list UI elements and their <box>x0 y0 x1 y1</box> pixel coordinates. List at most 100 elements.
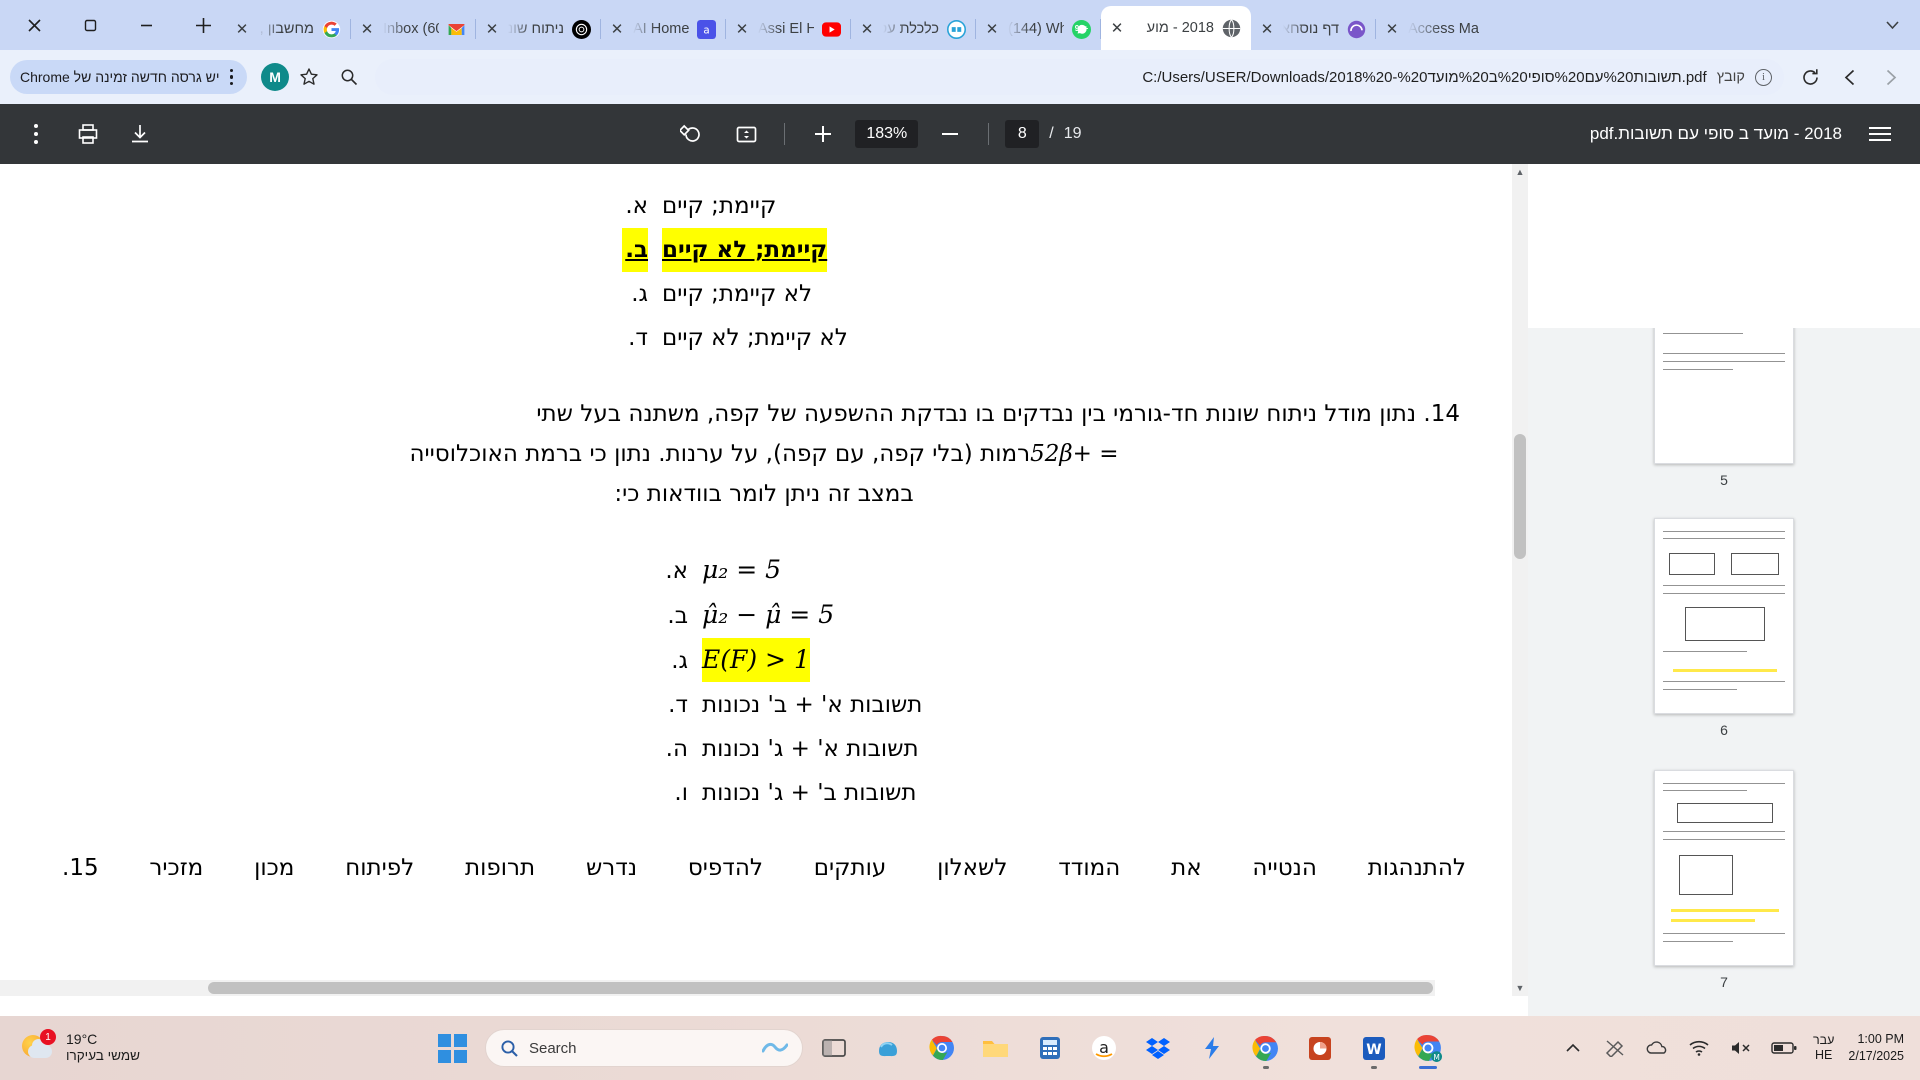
taskbar-app-calculator[interactable] <box>1027 1025 1073 1071</box>
taskbar-app-amazon[interactable]: a <box>1081 1025 1127 1071</box>
q15-word: מכון <box>254 855 295 881</box>
chevron-down-icon[interactable] <box>1872 5 1912 45</box>
chrome-update-chip[interactable]: יש גרסה חדשה זמינה של Chrome <box>10 60 248 94</box>
close-icon[interactable]: ✕ <box>359 20 375 38</box>
copilot-swirl-icon <box>761 1042 788 1053</box>
close-icon[interactable]: ✕ <box>1384 20 1400 38</box>
tab-strip-end <box>1872 0 1920 50</box>
browser-tab[interactable]: ✕ דף נוסחאות <box>1251 8 1376 50</box>
close-icon[interactable]: ✕ <box>734 20 750 38</box>
restore-window-button[interactable] <box>62 0 118 50</box>
browser-tab[interactable]: ✕ Inbox (600 <box>351 8 476 50</box>
wifi-icon[interactable] <box>1685 1034 1713 1062</box>
language-indicator[interactable]: עבר HE <box>1813 1033 1834 1063</box>
extensions-magnifier-icon[interactable] <box>329 57 369 97</box>
browser-tab-active[interactable]: ✕ 2018 - מוע <box>1101 6 1251 50</box>
download-icon[interactable] <box>118 112 162 156</box>
scroll-up-arrow[interactable]: ▲ <box>1512 164 1528 180</box>
show-hidden-icons-chevron[interactable] <box>1559 1034 1587 1062</box>
tab-list: ✕ מחשבון , - ✕ Inbox (600 ✕ ניתוח שונו <box>226 0 1872 50</box>
volume-muted-icon[interactable] <box>1727 1034 1755 1062</box>
info-icon[interactable]: i <box>1755 68 1772 86</box>
fit-page-icon[interactable] <box>724 112 768 156</box>
pdf-toolbar-right: 2018 - מועד ב סופי עם תשובות.pdf <box>1590 112 1920 156</box>
back-button[interactable] <box>1830 57 1870 97</box>
browser-tab[interactable]: ✕ מחשבון , - <box>226 8 351 50</box>
search-input[interactable]: Search <box>484 1029 803 1067</box>
page-number-input[interactable]: 8 <box>1005 120 1040 148</box>
hamburger-icon[interactable] <box>1858 112 1902 156</box>
close-window-button[interactable] <box>6 0 62 50</box>
browser-tab[interactable]: ✕ כלכלת עס <box>851 8 976 50</box>
svg-text:a: a <box>703 24 709 36</box>
horizontal-scrollbar[interactable] <box>0 980 1435 996</box>
close-icon[interactable]: ✕ <box>609 20 625 38</box>
scroll-down-arrow[interactable]: ▼ <box>1512 980 1528 996</box>
taskbar-app-chrome-active[interactable]: M <box>1405 1025 1451 1071</box>
rotate-icon[interactable] <box>670 112 714 156</box>
minimize-window-button[interactable] <box>118 0 174 50</box>
browser-tab[interactable]: ✕ AI Homewo a <box>601 8 726 50</box>
forward-button[interactable] <box>1870 57 1910 97</box>
taskbar-app-word[interactable]: W <box>1351 1025 1397 1071</box>
tab-title: מחשבון , - <box>258 21 314 37</box>
close-icon[interactable]: ✕ <box>984 20 1000 38</box>
pen-icon[interactable] <box>1601 1034 1629 1062</box>
onedrive-icon[interactable] <box>1643 1034 1671 1062</box>
kebab-menu-icon[interactable] <box>229 68 234 86</box>
taskbar-app-copilot[interactable] <box>865 1025 911 1071</box>
browser-tab[interactable]: ✕ Assi El Hall <box>726 8 851 50</box>
vertical-scrollbar[interactable]: ▲ ▼ <box>1512 164 1528 996</box>
close-icon[interactable]: ✕ <box>484 20 500 38</box>
option-text: קיימת; לא קיים <box>662 228 828 272</box>
q14-line2: = +52β רמות (בלי קפה, עם קפה), על ערנות. … <box>68 434 1460 474</box>
reload-button[interactable] <box>1790 57 1830 97</box>
scrollbar-thumb[interactable] <box>1514 434 1526 559</box>
thumbnail-item[interactable]: 7 <box>1654 770 1794 990</box>
taskbar-app-file-explorer[interactable] <box>973 1025 1019 1071</box>
close-icon[interactable]: ✕ <box>859 20 875 38</box>
option-text: תשובות א' + ב' נכונות <box>702 692 923 718</box>
avatar[interactable]: M <box>261 63 290 91</box>
close-icon[interactable]: ✕ <box>1259 20 1275 38</box>
thumbnail-item[interactable]: 5 <box>1654 328 1794 488</box>
q15-word: להדפיס <box>687 855 763 881</box>
browser-tab[interactable]: ✕ Access Ma <box>1376 8 1501 50</box>
language-line2: HE <box>1814 1048 1833 1062</box>
taskbar-app-chrome-alt[interactable] <box>919 1025 965 1071</box>
scrollbar-thumb[interactable] <box>208 982 1433 994</box>
browser-tab[interactable]: ✕ (144) What 99+ <box>976 8 1101 50</box>
google-icon <box>322 20 341 38</box>
clock[interactable]: 1:00 PM 2/17/2025 <box>1848 1031 1906 1065</box>
windows-start-icon[interactable] <box>437 1033 467 1063</box>
divider <box>784 123 786 145</box>
browser-tab[interactable]: ✕ ניתוח שונו <box>476 8 601 50</box>
battery-icon[interactable] <box>1769 1034 1799 1062</box>
taskbar-app-chrome[interactable] <box>1243 1025 1289 1071</box>
new-tab-button[interactable] <box>180 0 226 50</box>
tab-title: Assi El Hall <box>758 21 814 37</box>
zoom-out-button[interactable] <box>928 112 972 156</box>
printer-icon[interactable] <box>66 112 110 156</box>
taskbar-app-task-view[interactable] <box>811 1025 857 1071</box>
zoom-in-button[interactable] <box>801 112 845 156</box>
svg-text:a: a <box>1099 1038 1109 1057</box>
pdf-thumbnail-panel[interactable]: 5 6 7 <box>1528 328 1920 1016</box>
taskbar-app-bolt[interactable] <box>1189 1025 1235 1071</box>
bookmark-star-icon[interactable] <box>289 57 329 97</box>
address-bar[interactable]: C:/Users/USER/Downloads/2018%20-%20תשובו… <box>375 59 1784 95</box>
zoom-level-value[interactable]: 183% <box>855 120 919 148</box>
pdf-page-viewport[interactable]: קיימת; קיים א. קיימת; לא קיים ב. לא קיימ… <box>0 164 1920 1016</box>
chrome-tab-strip: ✕ מחשבון , - ✕ Inbox (600 ✕ ניתוח שונו <box>0 0 1920 50</box>
close-icon[interactable]: ✕ <box>234 20 250 38</box>
taskbar-app-powerpoint[interactable] <box>1297 1025 1343 1071</box>
q15-word: את <box>1171 855 1202 881</box>
weather-widget[interactable]: 1 19°C שמשי בעיקרו <box>0 1029 330 1065</box>
update-chip-label: יש גרסה חדשה זמינה של Chrome <box>20 69 220 85</box>
svg-text:W: W <box>1366 1042 1381 1058</box>
taskbar-app-dropbox[interactable] <box>1135 1025 1181 1071</box>
thumbnail-item[interactable]: 6 <box>1654 518 1794 738</box>
globe-icon <box>1222 18 1241 38</box>
close-icon[interactable]: ✕ <box>1109 19 1125 37</box>
kebab-menu-icon[interactable] <box>14 112 58 156</box>
